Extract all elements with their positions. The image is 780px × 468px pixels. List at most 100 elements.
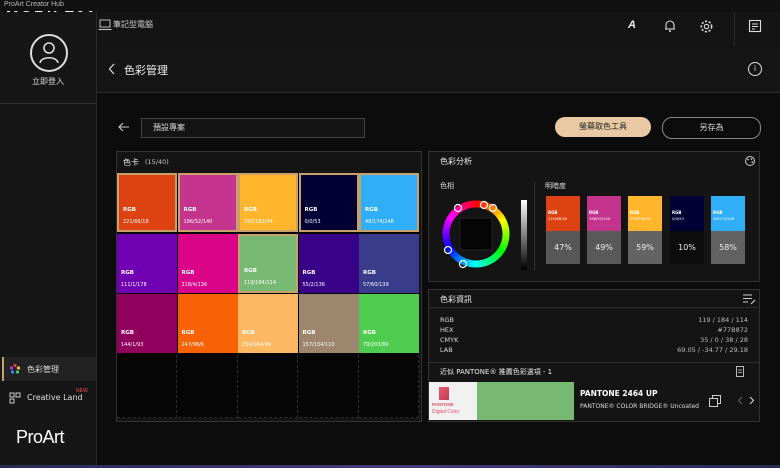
brightness-swatch: RGB 0/0/53 [670,196,704,231]
document-icon[interactable] [736,366,744,377]
palette-title: 色卡 [123,158,139,167]
hue-ring-segment [462,202,469,210]
hue-ring-segment [486,256,493,265]
preset-name-field[interactable]: 預設專案 [141,118,365,138]
chevron-left-icon[interactable] [737,396,743,405]
hue-ring-segment [469,200,474,209]
pantone-title: 近似 PANTONE® 推薦色彩選項 - 1 [440,368,553,376]
color-swatch[interactable]: RGB 57/60/139 [359,233,419,293]
swatch-grid: RGB 221/66/18 RGB 196/52/140 RGB 255/182/44 RG… [117,173,419,418]
hue-ring-segment [450,251,459,259]
proart-logo: ProArt [16,427,65,447]
color-swatch[interactable]: RGB 48/174/248 [359,173,419,232]
screen-color-picker-button[interactable]: 螢幕取色工具 [555,117,651,137]
swatch-value: 221/66/18 [123,219,149,225]
avatar[interactable] [30,34,68,72]
info-icon[interactable]: i [748,62,762,76]
sidebar-item-label: 色彩管理 [27,365,59,374]
color-swatch[interactable]: RGB 119/184/114 [238,233,298,293]
color-swatch[interactable]: RGB 111/1/178 [117,233,177,293]
arrow-left-icon[interactable] [118,122,130,132]
color-info-label: CMYK [440,336,459,344]
brightness-percent: 47% [546,231,580,264]
hue-ring-segment [468,259,474,268]
brightness-swatch-value: 255/182/44 [630,217,652,221]
empty-swatch-slot[interactable] [117,355,177,418]
hue-ring-segment [501,227,510,232]
device-tab[interactable]: 筆記型電腦 [113,19,153,30]
color-info-row: HEX #77B872 [440,326,748,334]
color-swatch[interactable]: RGB 218/4/136 [177,233,238,293]
sidebar-item-creative-land[interactable]: Creative Land [27,393,83,402]
hue-ring-segment [446,214,455,221]
brightness-swatch-value: 48/174/248 [713,217,735,221]
save-as-button[interactable]: 另存為 [662,117,761,139]
hue-ring-segment [442,226,451,232]
brightness-item[interactable]: RGB 0/0/53 10% [670,196,704,264]
hue-label: 色相 [440,182,454,190]
swatch-value: 79/203/80 [363,342,389,348]
color-swatch[interactable]: RGB 55/2/136 [298,233,359,293]
hue-ring-segment [489,255,496,264]
color-swatch[interactable]: RGB 255/182/44 [238,173,298,232]
copy-icon[interactable] [709,395,721,407]
color-info-row: CMYK 35 / 0 / 38 / 28 [440,336,748,344]
brightness-item[interactable]: RGB 196/52/140 49% [587,196,621,264]
login-link[interactable]: 立即登入 [0,76,96,87]
color-swatch[interactable]: RGB 221/66/18 [117,173,177,232]
brightness-swatch-value: 0/0/53 [672,217,684,221]
pantone-chip-icon [439,387,449,400]
swatch-label: RGB [123,207,136,213]
feedback-icon[interactable] [748,19,763,34]
chevron-right-icon[interactable] [749,396,755,405]
brightness-swatch: RGB 221/66/18 [546,196,580,231]
hue-ring-segment [451,208,459,217]
color-swatch[interactable]: RGB 0/0/53 [298,173,359,232]
brightness-slider[interactable] [521,200,527,270]
list-edit-icon[interactable] [742,293,756,305]
hue-ring-segment [495,211,504,219]
swatch-label: RGB [304,207,318,213]
pantone-logo-line2: Digital Color [432,409,460,415]
empty-swatch-slot[interactable] [298,355,359,418]
asus-logo-icon: A [628,19,636,31]
chevron-left-icon[interactable] [108,63,116,75]
color-info-value[interactable]: 35 / 0 / 38 / 28 [700,336,748,344]
brightness-item[interactable]: RGB 48/174/248 58% [711,196,745,264]
swatch-value: 119/184/114 [244,279,276,286]
hue-ring-segment [478,259,483,268]
swatch-label: RGB [363,330,376,336]
hue-ring-segment [489,204,496,213]
palette-settings-icon[interactable] [744,155,756,167]
color-info-value[interactable]: #77B872 [717,326,748,334]
brightness-item[interactable]: RGB 221/66/18 47% [546,196,580,264]
color-info-value[interactable]: 69.05 / -34.77 / 29.18 [677,346,748,354]
topbar-divider [734,12,735,46]
hue-wheel[interactable] [436,198,516,274]
empty-swatch-slot[interactable] [359,355,419,418]
brightness-label: 明暗度 [545,182,566,190]
hue-ring-segment [500,242,508,248]
color-swatch[interactable]: RGB 254/184/99 [238,294,298,353]
empty-swatch-slot[interactable] [177,355,238,418]
empty-swatch-slot[interactable] [238,355,298,418]
hue-ring-segment [453,253,461,262]
swatch-value: 218/4/136 [181,281,208,288]
hue-ring-segment [498,217,507,224]
color-swatch[interactable]: RGB 79/203/80 [359,294,419,353]
color-swatch[interactable]: RGB 157/134/110 [298,294,359,353]
color-swatch[interactable]: RGB 247/98/6 [177,294,238,353]
swatch-value: 247/98/6 [181,342,204,348]
brightness-item[interactable]: RGB 255/182/44 59% [628,196,662,264]
hue-ring-segment [498,244,507,252]
gear-icon[interactable] [699,19,714,34]
color-swatch[interactable]: RGB 144/1/93 [117,294,177,353]
brightness-swatch-label: RGB [630,210,640,215]
hue-ring-segment [442,236,451,241]
bell-icon[interactable] [663,19,677,33]
color-swatch[interactable]: RGB 196/52/140 [177,173,238,232]
color-info-value[interactable]: 119 / 184 / 114 [698,316,748,324]
hue-ring-segment [493,251,501,260]
brightness-swatch-label: RGB [713,210,723,215]
hue-ring-segment [448,211,457,219]
